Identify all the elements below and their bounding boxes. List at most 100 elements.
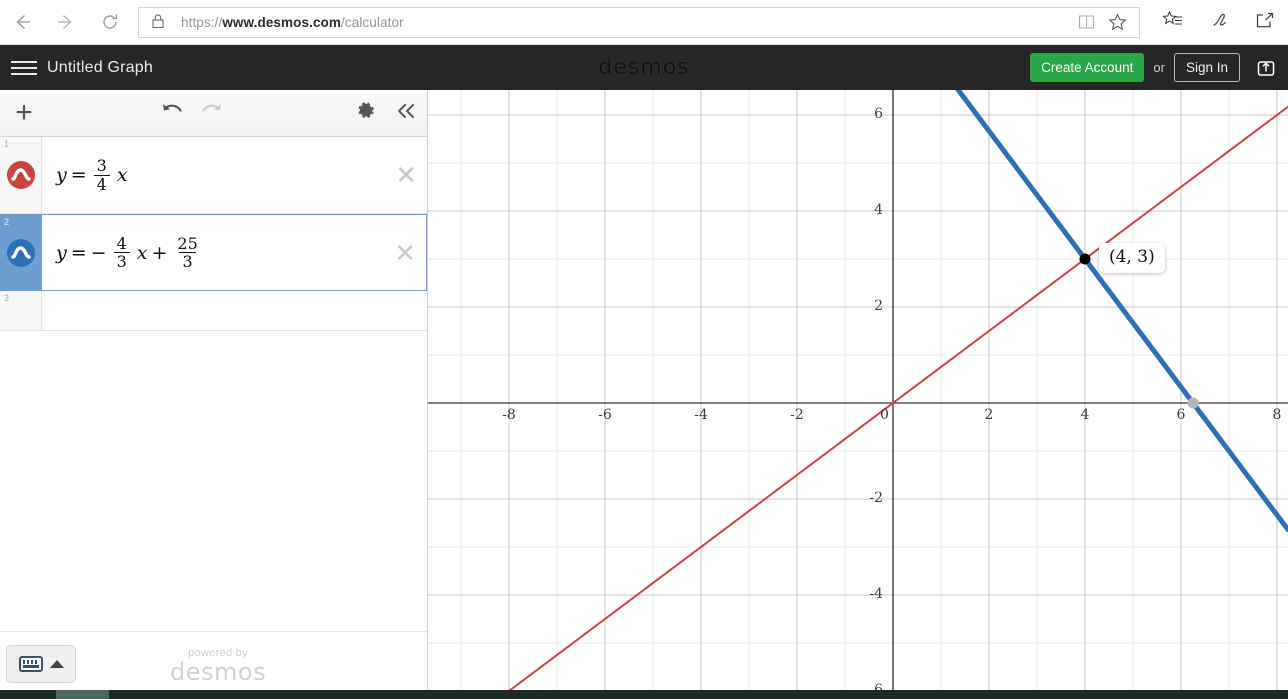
x-tick-2: 2 <box>984 407 994 423</box>
expression-toolbar: + <box>0 90 427 137</box>
page-title[interactable]: Untitled Graph <box>47 59 153 77</box>
color-swatch-red-icon[interactable] <box>6 161 35 189</box>
url-domain: www.desmos.com <box>222 14 342 30</box>
graph-canvas[interactable]: -10-8-6-4-202468642-2-4-6(4, 3) <box>428 90 1288 699</box>
y-tick-4: 4 <box>874 202 883 218</box>
powered-by-watermark: powered by desmos <box>170 647 267 686</box>
redo-icon <box>198 103 224 125</box>
or-label: or <box>1153 60 1165 75</box>
expr2-lhs: y <box>56 241 67 264</box>
expression-body-1[interactable]: y = 3 4 x ✕ <box>42 137 427 213</box>
expr2-coefficient-fraction: 4 3 <box>113 233 130 270</box>
back-arrow-icon <box>11 11 33 33</box>
expr2-minus: − <box>90 241 107 264</box>
y-tick-6: 6 <box>874 106 883 122</box>
x-tick--2: -2 <box>790 407 804 423</box>
panel-footer: powered by desmos <box>0 631 427 699</box>
desmos-header: Untitled Graph desmos Create Account or … <box>0 45 1288 90</box>
expr2-coef-numerator: 4 <box>116 233 127 253</box>
share-graph-icon[interactable] <box>1252 54 1280 82</box>
desmos-watermark-logo: desmos <box>170 657 267 686</box>
redo-button[interactable] <box>198 101 224 126</box>
horizontal-scrollbar[interactable] <box>0 690 1288 699</box>
graph-point-x-intercept-blue[interactable] <box>1187 397 1199 409</box>
x-tick-6: 6 <box>1176 407 1186 423</box>
star-icon[interactable] <box>1102 8 1133 37</box>
book-icon[interactable] <box>1071 8 1102 37</box>
create-account-button[interactable]: Create Account <box>1030 53 1145 82</box>
expr1-fraction: 3 4 <box>93 156 110 193</box>
undo-button[interactable] <box>160 101 186 126</box>
expr1-lhs: y <box>56 164 67 186</box>
expression-row-1[interactable]: 1 y = 3 4 x ✕ <box>0 137 427 214</box>
scrollbar-thumb[interactable] <box>56 690 109 699</box>
expression-math-2: y = − 4 3 x + 25 3 <box>56 233 204 270</box>
delete-expression-1-icon[interactable]: ✕ <box>395 162 417 188</box>
favorites-button[interactable] <box>1150 0 1196 44</box>
expression-panel: + 1 y = 3 4 x ✕ 2 y = − 4 3 x + 25 3 ✕ 3… <box>0 90 428 699</box>
expression-tab-1[interactable]: 1 <box>0 137 42 213</box>
expression-row-3[interactable]: 3 <box>0 291 427 331</box>
x-tick--4: -4 <box>694 407 708 423</box>
keyboard-toggle-button[interactable] <box>6 645 76 683</box>
expr1-equals: = <box>70 164 87 186</box>
expr1-denominator: 4 <box>93 174 110 193</box>
expression-index-1: 1 <box>4 139 10 149</box>
keyboard-icon <box>18 656 43 672</box>
notes-button[interactable] <box>1196 0 1242 44</box>
expression-math-1: y = 3 4 x <box>56 157 128 193</box>
delete-expression-2-icon[interactable]: ✕ <box>394 240 416 266</box>
graph-point-intersection[interactable] <box>1079 253 1091 265</box>
refresh-icon <box>100 12 120 32</box>
url-text: https://www.desmos.com/calculator <box>181 15 1071 30</box>
header-actions: Create Account or Sign In <box>1030 53 1280 82</box>
expr2-const-numerator: 25 <box>177 233 198 253</box>
expr2-plus: + <box>151 241 168 264</box>
forward-button[interactable] <box>44 0 88 44</box>
expression-row-2[interactable]: 2 y = − 4 3 x + 25 3 ✕ <box>0 214 427 291</box>
url-path: /calculator <box>341 14 404 30</box>
hamburger-menu-icon[interactable] <box>6 60 42 75</box>
share-button[interactable] <box>1242 0 1288 44</box>
graph-settings-button[interactable] <box>357 101 377 126</box>
expression-body-3[interactable] <box>42 291 427 330</box>
caret-up-icon <box>49 660 64 668</box>
forward-arrow-icon <box>55 11 77 33</box>
browser-toolbar: https://www.desmos.com/calculator <box>0 0 1288 45</box>
expression-body-2[interactable]: y = − 4 3 x + 25 3 ✕ <box>42 215 426 290</box>
address-bar[interactable]: https://www.desmos.com/calculator <box>138 6 1140 38</box>
expression-list: 1 y = 3 4 x ✕ 2 y = − 4 3 x + 25 3 ✕ 3 <box>0 137 427 331</box>
x-tick-4: 4 <box>1080 407 1090 423</box>
undo-icon <box>160 103 186 125</box>
expr2-coef-denominator: 3 <box>113 252 130 270</box>
add-expression-button[interactable]: + <box>4 98 44 128</box>
expr2-equals: = <box>70 241 87 264</box>
graph-svg <box>428 90 1288 699</box>
y-tick--4: -4 <box>869 586 883 602</box>
back-button[interactable] <box>0 0 44 44</box>
expression-tab-2[interactable]: 2 <box>0 215 42 290</box>
gear-icon <box>357 101 377 125</box>
expression-tab-3[interactable]: 3 <box>0 291 42 330</box>
address-bar-icons <box>1071 8 1133 37</box>
share-icon <box>1254 10 1276 35</box>
collapse-panel-button[interactable] <box>395 101 417 125</box>
plus-icon: + <box>15 96 33 129</box>
refresh-button[interactable] <box>88 0 132 44</box>
sign-in-button[interactable]: Sign In <box>1173 53 1240 82</box>
double-chevron-left-icon <box>395 101 417 126</box>
x-tick--8: -8 <box>502 407 516 423</box>
expr2-variable: x <box>136 241 148 264</box>
y-tick-2: 2 <box>874 298 883 314</box>
point-label-intersection: (4, 3) <box>1099 243 1165 273</box>
pen-icon <box>1208 10 1230 35</box>
url-scheme: https:// <box>181 14 223 30</box>
expr1-numerator: 3 <box>96 156 107 176</box>
expression-index-3: 3 <box>4 293 10 303</box>
color-swatch-blue-icon[interactable] <box>7 238 35 267</box>
expr2-constant-fraction: 25 3 <box>174 233 200 270</box>
y-tick--2: -2 <box>869 490 883 506</box>
x-tick-8: 8 <box>1272 407 1282 423</box>
x-tick-0: 0 <box>880 407 889 423</box>
lock-icon <box>151 13 169 31</box>
